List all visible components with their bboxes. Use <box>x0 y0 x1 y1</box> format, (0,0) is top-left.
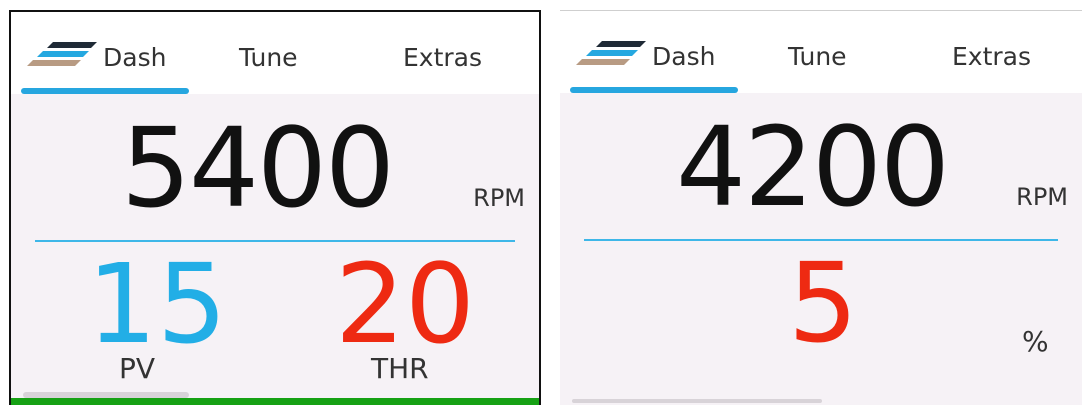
tab-dash[interactable]: Dash <box>572 37 742 77</box>
stripes-logo-icon <box>27 42 97 66</box>
pv-label: PV <box>119 352 156 385</box>
status-bar <box>11 398 539 405</box>
dashboard-content: 4200 RPM 5 % <box>560 93 1082 405</box>
tab-bar: Dash Tune Extras <box>560 11 1082 93</box>
tab-tune[interactable]: Tune <box>239 38 329 78</box>
dashboard-screen-left: Dash Tune Extras 5400 RPM 15 PV 20 THR <box>9 10 541 405</box>
tab-dash-label: Dash <box>652 42 716 71</box>
scroll-indicator[interactable] <box>572 399 822 403</box>
stripes-logo-icon <box>576 41 646 65</box>
tab-extras[interactable]: Extras <box>403 38 503 78</box>
percent-value: 5 <box>788 239 858 367</box>
dashboard-screen-right: Dash Tune Extras 4200 RPM 5 % <box>560 10 1082 405</box>
rpm-value: 4200 <box>676 103 950 231</box>
rpm-value: 5400 <box>121 104 395 232</box>
rpm-unit: RPM <box>473 184 525 212</box>
pv-value: 15 <box>87 240 227 368</box>
thr-label: THR <box>371 352 429 385</box>
rpm-unit: RPM <box>1016 183 1068 211</box>
tab-dash[interactable]: Dash <box>23 38 193 78</box>
percent-unit: % <box>1022 325 1049 358</box>
tab-extras[interactable]: Extras <box>952 37 1052 77</box>
dashboard-content: 5400 RPM 15 PV 20 THR <box>11 94 539 405</box>
tab-tune[interactable]: Tune <box>788 37 878 77</box>
tab-bar: Dash Tune Extras <box>11 12 539 94</box>
tab-dash-label: Dash <box>103 43 167 72</box>
thr-value: 20 <box>335 240 475 368</box>
